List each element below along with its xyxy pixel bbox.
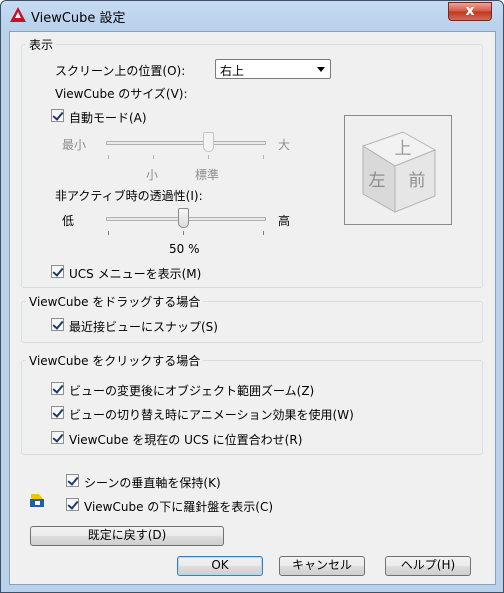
opacity-tick bbox=[108, 231, 109, 235]
click-group-title: ViewCube をクリックする場合 bbox=[26, 352, 204, 369]
compass-label[interactable]: ViewCube の下に羅針盤を表示(C) bbox=[84, 498, 273, 515]
size-tick bbox=[153, 155, 154, 159]
window-title: ViewCube 設定 bbox=[31, 11, 126, 26]
opacity-value: 50 % bbox=[169, 242, 200, 256]
opacity-tick bbox=[263, 231, 264, 235]
size-standard-label: 標準 bbox=[195, 168, 220, 182]
size-max-label: 大 bbox=[278, 138, 291, 152]
opacity-slider-thumb[interactable] bbox=[178, 208, 189, 228]
cancel-button[interactable]: キャンセル bbox=[279, 556, 365, 576]
display-group-title: 表示 bbox=[26, 36, 57, 53]
position-dropdown[interactable]: 右上 bbox=[215, 59, 331, 79]
keep-up-label[interactable]: シーンの垂直軸を保持(K) bbox=[84, 474, 221, 491]
position-value: 右上 bbox=[220, 64, 245, 78]
ok-button[interactable]: OK bbox=[177, 556, 263, 576]
display-group: 表示 スクリーン上の位置(O): 右上 ViewCube のサイズ(V): 自動… bbox=[21, 36, 483, 288]
size-tick bbox=[263, 155, 264, 159]
compass-icon bbox=[30, 494, 44, 507]
snap-label[interactable]: 最近接ビューにスナップ(S) bbox=[69, 318, 218, 335]
align-ucs-label[interactable]: ViewCube を現在の UCS に位置合わせ(R) bbox=[69, 431, 302, 448]
zoom-checkbox[interactable] bbox=[51, 382, 64, 395]
size-slider-track bbox=[106, 141, 266, 145]
title-bar[interactable]: ViewCube 設定 x bbox=[1, 1, 503, 29]
opacity-high-label: 高 bbox=[278, 214, 291, 228]
click-group: ViewCube をクリックする場合 ビューの変更後にオブジェクト範囲ズーム(Z… bbox=[21, 352, 483, 455]
size-tick bbox=[208, 155, 209, 159]
size-tick bbox=[108, 155, 109, 159]
cube-top-label: 上 bbox=[395, 139, 412, 159]
size-label: ViewCube のサイズ(V): bbox=[55, 87, 188, 101]
animate-checkbox[interactable] bbox=[51, 406, 64, 419]
viewcube-image: 上 左 前 bbox=[361, 131, 437, 213]
drag-group-title: ViewCube をドラッグする場合 bbox=[26, 293, 204, 310]
compass-checkbox[interactable] bbox=[66, 498, 79, 511]
zoom-label[interactable]: ビューの変更後にオブジェクト範囲ズーム(Z) bbox=[69, 382, 314, 399]
close-icon: x bbox=[465, 3, 475, 19]
ucs-menu-label[interactable]: UCS メニューを表示(M) bbox=[69, 265, 201, 282]
size-slider-thumb bbox=[203, 132, 214, 152]
close-button[interactable]: x bbox=[448, 2, 492, 21]
chevron-down-icon bbox=[317, 67, 325, 72]
size-small-label: 小 bbox=[146, 168, 159, 182]
drag-group: ViewCube をドラッグする場合 最近接ビューにスナップ(S) bbox=[21, 293, 483, 343]
autocad-icon bbox=[10, 7, 26, 22]
restore-defaults-button[interactable]: 既定に戻す(D) bbox=[30, 526, 224, 546]
ucs-menu-checkbox[interactable] bbox=[51, 265, 64, 278]
dialog-client: 表示 スクリーン上の位置(O): 右上 ViewCube のサイズ(V): 自動… bbox=[9, 31, 496, 585]
help-button[interactable]: ヘルプ(H) bbox=[385, 556, 471, 576]
position-label: スクリーン上の位置(O): bbox=[55, 64, 186, 78]
cube-front-label: 前 bbox=[409, 171, 426, 191]
auto-mode-label[interactable]: 自動モード(A) bbox=[69, 109, 147, 126]
auto-mode-checkbox[interactable] bbox=[51, 109, 64, 122]
opacity-low-label: 低 bbox=[62, 214, 75, 228]
animate-label[interactable]: ビューの切り替え時にアニメーション効果を使用(W) bbox=[69, 406, 354, 423]
viewcube-preview: 上 左 前 bbox=[344, 115, 452, 225]
size-min-label: 最小 bbox=[62, 138, 87, 152]
keep-up-checkbox[interactable] bbox=[66, 474, 79, 487]
dialog-window: ViewCube 設定 x 表示 スクリーン上の位置(O): 右上 ViewCu… bbox=[0, 0, 504, 593]
opacity-tick bbox=[183, 231, 184, 235]
cube-left-label: 左 bbox=[369, 171, 386, 191]
snap-checkbox[interactable] bbox=[51, 318, 64, 331]
align-ucs-checkbox[interactable] bbox=[51, 431, 64, 444]
opacity-label: 非アクティブ時の透過性(I): bbox=[55, 189, 203, 203]
